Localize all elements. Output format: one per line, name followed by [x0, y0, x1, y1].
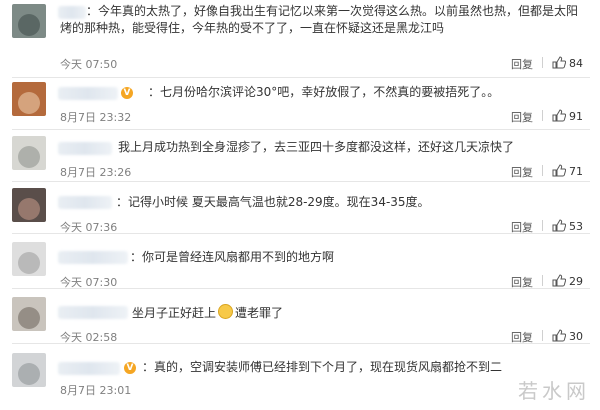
divider: [542, 57, 543, 68]
thumbs-up-icon: [552, 56, 567, 72]
reply-button[interactable]: 回复: [511, 109, 533, 125]
avatar[interactable]: [12, 353, 46, 387]
divider: [542, 165, 543, 176]
comment-text: 我上月成功热到全身湿疹了，去三亚四十多度都没这样，还好这几天凉快了: [118, 140, 515, 154]
like-button[interactable]: 71: [552, 164, 583, 180]
comment-time: 今天 07:50: [60, 58, 118, 71]
comment-text: ：记得小时候 夏天最高气温也就28-29度。现在34-35度。: [116, 195, 430, 209]
comment-time: 8月7日 23:01: [60, 384, 132, 397]
like-count: 91: [569, 110, 583, 123]
divider: [542, 275, 543, 286]
comment-list: ：今年真的太热了，好像自我出生有记忆以来第一次觉得这么热。以前虽然也热，但都是太…: [0, 0, 600, 410]
comment-time: 8月7日 23:32: [60, 111, 132, 124]
comment-text: ：真的，空调安装师傅已经排到下个月了，现在现货风扇都抢不到二: [142, 360, 503, 374]
comment-time: 8月7日 23:26: [60, 166, 132, 179]
comment-text: ：今年真的太热了，好像自我出生有记忆以来第一次觉得这么热。以前虽然也热，但都是太…: [60, 4, 579, 35]
comment-text: ：七月份哈尔滨评论30°吧，幸好放假了，不然真的要被捂死了。。: [148, 85, 500, 99]
comment-text: ：你可是曾经连风扇都用不到的地方啊: [130, 250, 335, 264]
crying-emoji-icon: [218, 304, 234, 319]
comment-item: 我上月成功热到全身湿疹了，去三亚四十多度都没这样，还好这几天凉快了 8月7日 2…: [0, 130, 600, 182]
watermark: 若水网: [518, 379, 590, 403]
divider: [542, 330, 543, 341]
like-count: 53: [569, 220, 583, 233]
thumbs-up-icon: [552, 109, 567, 125]
avatar[interactable]: [12, 4, 46, 38]
like-count: 84: [569, 57, 583, 70]
avatar[interactable]: [12, 188, 46, 222]
comment-item: V ：真的，空调安装师傅已经排到下个月了，现在现货风扇都抢不到二 8月7日 23…: [0, 344, 600, 410]
comment-item: ：你可是曾经连风扇都用不到的地方啊 今天 07:30 回复 29: [0, 234, 600, 289]
avatar[interactable]: [12, 297, 46, 331]
reply-button[interactable]: 回复: [511, 164, 533, 180]
comment-text-part: 遭老罪了: [235, 306, 284, 320]
like-button[interactable]: 91: [552, 109, 583, 125]
like-count: 30: [569, 330, 583, 343]
like-button[interactable]: 84: [552, 56, 583, 72]
avatar[interactable]: [12, 82, 46, 116]
like-count: 71: [569, 165, 583, 178]
like-count: 29: [569, 275, 583, 288]
comment-item: V ：七月份哈尔滨评论30°吧，幸好放假了，不然真的要被捂死了。。 8月7日 2…: [0, 78, 600, 130]
comment-item: ：今年真的太热了，好像自我出生有记忆以来第一次觉得这么热。以前虽然也热，但都是太…: [0, 0, 600, 78]
thumbs-up-icon: [552, 164, 567, 180]
avatar[interactable]: [12, 136, 46, 170]
divider: [542, 110, 543, 121]
comment-text: 坐月子正好赶上 遭老罪了: [60, 304, 586, 322]
divider: [542, 220, 543, 231]
comment-text-part: 坐月子正好赶上: [132, 306, 217, 320]
comment-item: 坐月子正好赶上 遭老罪了 今天 02:58 回复 30: [0, 289, 600, 344]
avatar[interactable]: [12, 242, 46, 276]
comment-item: ：记得小时候 夏天最高气温也就28-29度。现在34-35度。 今天 07:36…: [0, 182, 600, 234]
reply-button[interactable]: 回复: [511, 56, 533, 72]
